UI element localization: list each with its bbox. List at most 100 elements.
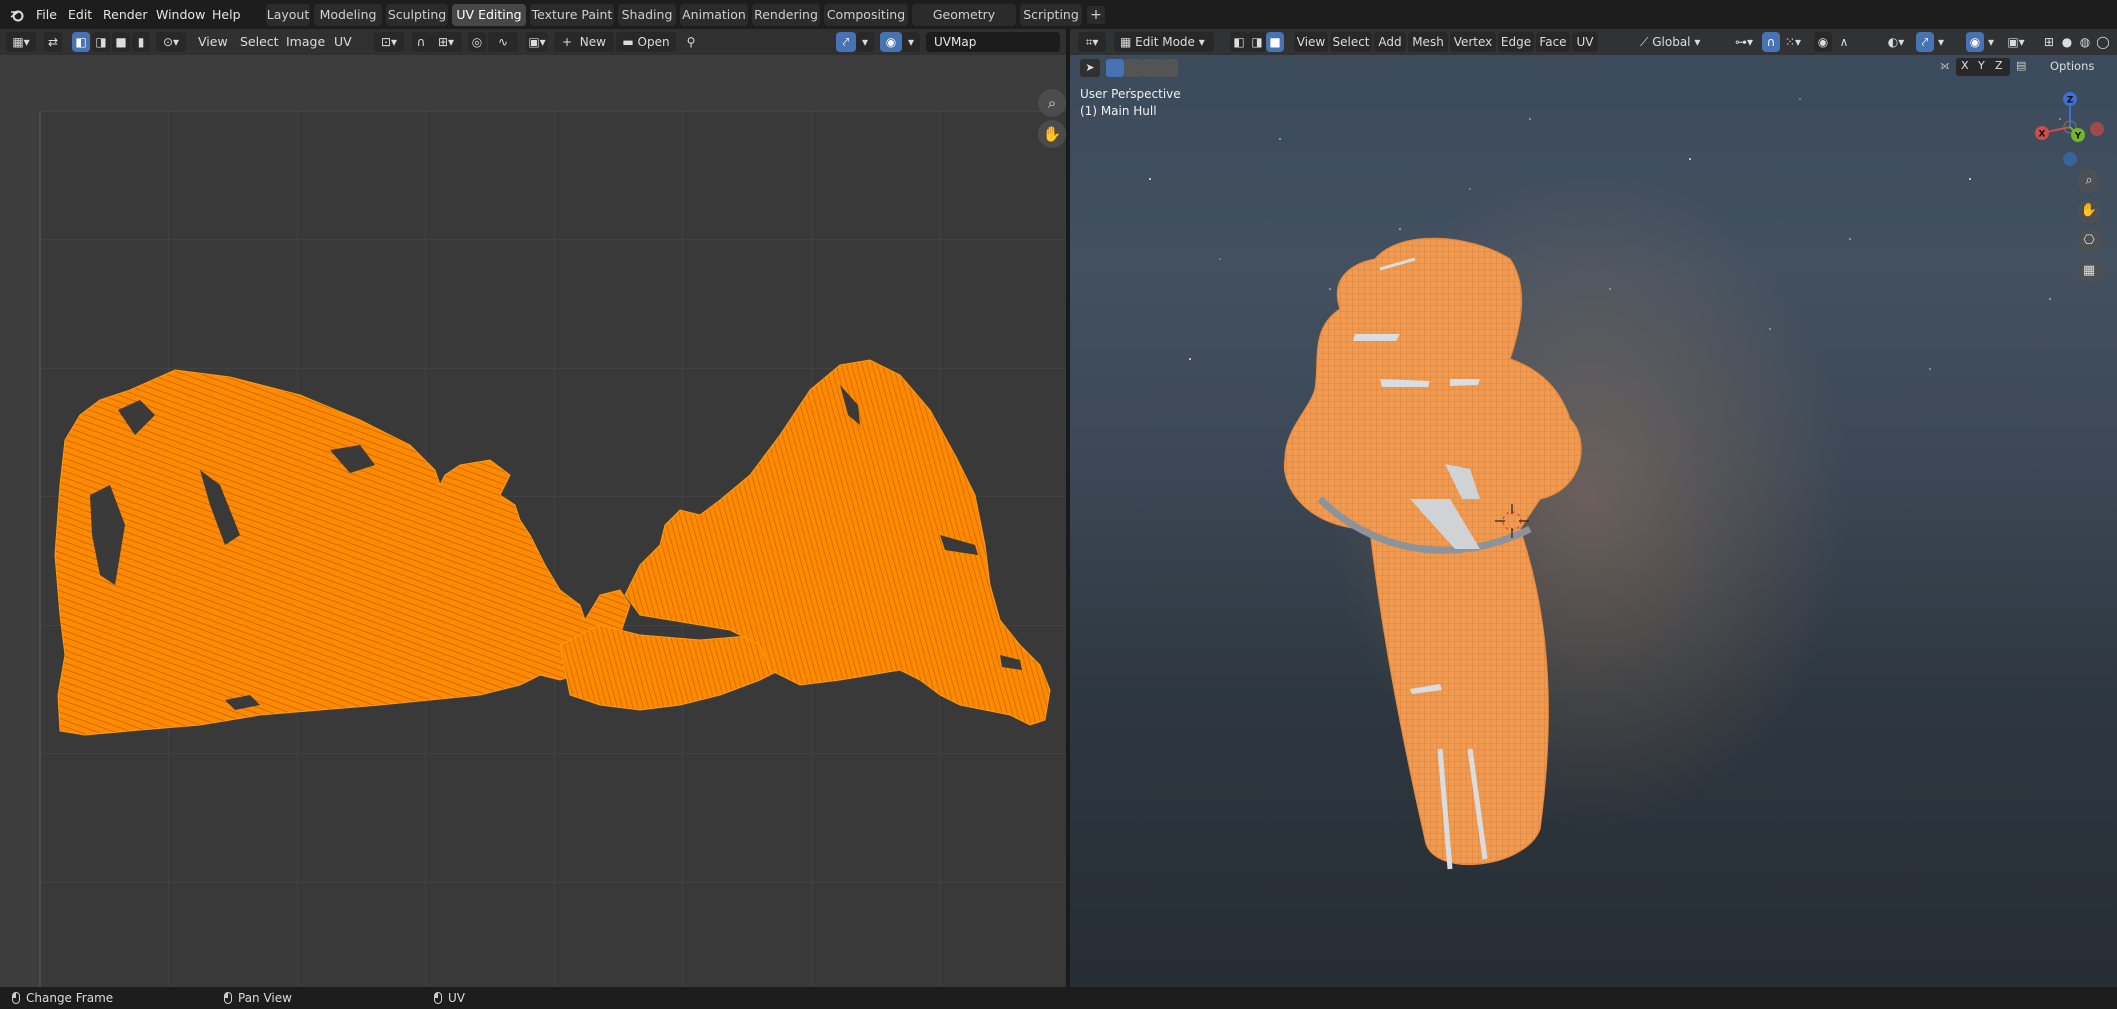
shading-solid-icon[interactable]: ● (2058, 32, 2076, 52)
svg-text:Y: Y (2074, 132, 2082, 142)
options-dropdown[interactable]: Options (2050, 59, 2094, 73)
tab-compositing[interactable]: Compositing (824, 4, 908, 26)
overlays-toggle-icon[interactable]: ◉ (1966, 32, 1984, 52)
transform-orientation-select[interactable]: ⟋ Global ▾ (1640, 32, 1724, 52)
uv-select-dropdown-icon[interactable]: ▾ (856, 32, 874, 52)
new-label: New (579, 35, 606, 49)
vp-pan-icon[interactable]: ✋ (2077, 199, 2101, 223)
vp-select-new-icon[interactable] (1106, 59, 1124, 77)
tab-geometry-nodes[interactable]: Geometry Nodes (912, 4, 1016, 44)
menu-help[interactable]: Help (208, 5, 245, 25)
menu-edit[interactable]: Edit (64, 5, 96, 25)
gizmo-toggle-icon[interactable]: ⤤ (1916, 32, 1934, 52)
3d-viewport[interactable]: ⌗▾ ▦ Edit Mode ▾ ◧ ◨ ■ View Select Add M… (1070, 29, 2117, 987)
mode-select[interactable]: ▦ Edit Mode ▾ (1114, 32, 1214, 52)
pivot-icon[interactable]: ⊡▾ (374, 32, 404, 52)
viewport-editor-type-icon[interactable]: ⌗▾ (1078, 32, 1106, 52)
face-mode-icon[interactable]: ■ (1266, 32, 1284, 52)
vp-menu-view[interactable]: View (1294, 32, 1328, 52)
auto-merge-icon[interactable]: ▤ (2016, 59, 2026, 72)
vp-menu-mesh[interactable]: Mesh (1408, 32, 1448, 52)
pan-view-icon[interactable]: ✋ (1038, 120, 1066, 148)
sticky-selection-icon[interactable]: ⊙▾ (156, 32, 186, 52)
pin-icon[interactable]: ⚲ (682, 32, 700, 52)
uv-select-mode-icon[interactable]: ⤤ (836, 32, 856, 52)
uvmap-field[interactable]: UVMap (926, 32, 1060, 52)
vp-select-subtract-icon[interactable] (1142, 59, 1160, 77)
vp-menu-edge[interactable]: Edge (1498, 32, 1534, 52)
uv-canvas[interactable] (0, 55, 1066, 987)
snap-target-icon[interactable]: ⁙▾ (1780, 32, 1806, 52)
open-image-button[interactable]: ▬ Open (616, 32, 676, 52)
uv-menu-view[interactable]: View (198, 32, 228, 52)
vp-menu-vertex[interactable]: Vertex (1450, 32, 1496, 52)
overlay-dropdown-icon[interactable]: ▾ (902, 32, 920, 52)
perspective-toggle-icon[interactable]: ▦ (2077, 259, 2101, 283)
mirror-x-toggle[interactable]: X (1961, 59, 1969, 72)
falloff-icon[interactable]: ∿ (488, 32, 518, 52)
vp-select-intersect-icon[interactable] (1160, 59, 1178, 77)
snap-icon[interactable]: ∩ (412, 32, 430, 52)
vertex-select-icon[interactable]: ◧ (72, 32, 90, 52)
vp-select-extend-icon[interactable] (1124, 59, 1142, 77)
vp-menu-select[interactable]: Select (1330, 32, 1372, 52)
tab-modeling[interactable]: Modeling (314, 4, 382, 26)
gizmo-dropdown-icon[interactable]: ▾ (1934, 32, 1948, 52)
tab-scripting[interactable]: Scripting (1020, 4, 1082, 26)
vp-menu-add[interactable]: Add (1374, 32, 1406, 52)
tab-texture-paint[interactable]: Texture Paint (530, 4, 614, 26)
status-right-label: UV (448, 991, 465, 1005)
proportional-edit-icon[interactable]: ◎ (468, 32, 486, 52)
menu-file[interactable]: File (32, 5, 61, 25)
menu-window[interactable]: Window (152, 5, 209, 25)
tab-animation[interactable]: Animation (680, 4, 748, 26)
snap-target-icon[interactable]: ⊞▾ (430, 32, 462, 52)
edge-select-icon[interactable]: ◨ (92, 32, 110, 52)
menu-render[interactable]: Render (99, 5, 152, 25)
shading-wireframe-icon[interactable]: ⊞ (2040, 32, 2058, 52)
mirror-z-toggle[interactable]: Z (1995, 59, 2003, 72)
active-object-label: (1) Main Hull (1080, 104, 1157, 118)
editor-type-icon[interactable]: ▦▾ (6, 32, 36, 52)
xray-icon[interactable]: ▣▾ (2002, 32, 2030, 52)
mirror-y-toggle[interactable]: Y (1978, 59, 1985, 72)
snap-toggle-icon[interactable]: ∩ (1762, 32, 1780, 52)
uv-menu-select[interactable]: Select (240, 32, 279, 52)
navigation-gizmo[interactable]: Z X Y (2028, 87, 2108, 177)
tab-shading[interactable]: Shading (618, 4, 676, 26)
uv-menu-uv[interactable]: UV (334, 32, 352, 52)
mouse-left-icon (12, 992, 20, 1004)
add-workspace-button[interactable]: + (1087, 6, 1105, 24)
new-image-button[interactable]: + New (554, 32, 614, 52)
status-middle-label: Pan View (238, 991, 292, 1005)
mirror-icon[interactable]: ⟗ (1940, 59, 1950, 73)
tool-arrow-icon[interactable]: ➤ (1080, 59, 1100, 77)
vp-zoom-icon[interactable]: ⌕ (2077, 169, 2101, 193)
mouse-middle-icon (224, 992, 232, 1004)
tab-uv-editing[interactable]: UV Editing (452, 4, 526, 26)
plus-icon: + (562, 35, 573, 49)
edge-mode-icon[interactable]: ◨ (1248, 32, 1266, 52)
uv-menu-image[interactable]: Image (286, 32, 325, 52)
vp-menu-uv[interactable]: UV (1572, 32, 1598, 52)
shading-rendered-icon[interactable]: ◯ (2094, 32, 2112, 52)
vertex-mode-icon[interactable]: ◧ (1230, 32, 1248, 52)
shading-material-icon[interactable]: ◍ (2076, 32, 2094, 52)
overlays-dropdown-icon[interactable]: ▾ (1984, 32, 1998, 52)
overlay-icon[interactable]: ◉ (880, 32, 902, 52)
proportional-icon[interactable]: ◉ (1814, 32, 1832, 52)
visibility-icon[interactable]: ◐▾ (1880, 32, 1912, 52)
blender-logo-icon[interactable] (6, 5, 24, 25)
vp-menu-face[interactable]: Face (1536, 32, 1570, 52)
falloff-curve-icon[interactable]: ∧ (1834, 32, 1854, 52)
tab-layout[interactable]: Layout (266, 4, 310, 26)
zoom-view-icon[interactable]: ⌕ (1038, 89, 1066, 117)
tab-sculpting[interactable]: Sculpting (386, 4, 448, 26)
pivot-point-icon[interactable]: ⊶▾ (1730, 32, 1758, 52)
sync-selection-icon[interactable]: ⇄ (44, 32, 62, 52)
image-browse-icon[interactable]: ▣▾ (526, 32, 548, 52)
camera-view-icon[interactable]: ⎔ (2077, 229, 2101, 253)
tab-rendering[interactable]: Rendering (752, 4, 820, 26)
island-select-icon[interactable]: ▮ (132, 32, 150, 52)
face-select-icon[interactable]: ■ (112, 32, 130, 52)
